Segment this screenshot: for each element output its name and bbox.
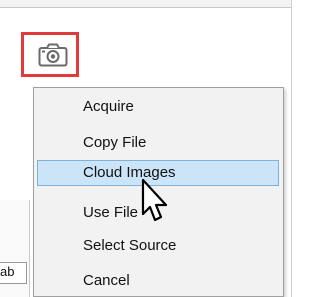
camera-icon [38,43,68,67]
mouse-pointer-icon [141,178,168,222]
window-border [291,0,292,297]
tab-partial[interactable]: ab [0,262,27,284]
menu-item-select-source[interactable]: Select Source [37,233,279,259]
top-panel [0,0,292,8]
camera-button[interactable] [21,32,79,77]
menu-item-copy-file[interactable]: Copy File [37,130,279,156]
menu-item-cancel[interactable]: Cancel [37,268,279,294]
menu-item-acquire[interactable]: Acquire [37,94,279,120]
